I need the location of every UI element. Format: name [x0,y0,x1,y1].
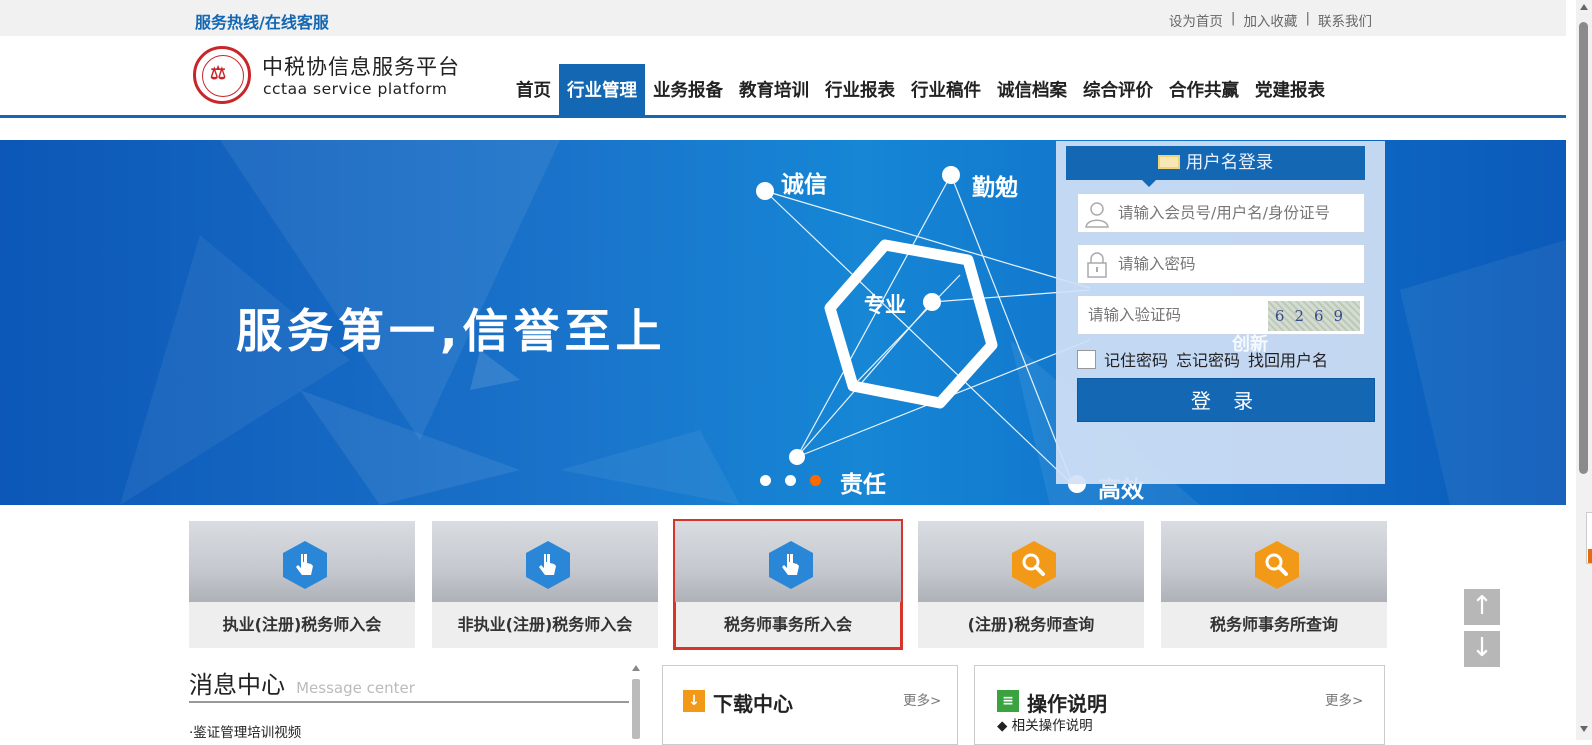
service-cards: 执业(注册)税务师入会 非执业(注册)税务师入会 税务师事务所入会 (注册)税务… [189,519,1387,650]
hand-pointer-icon [283,541,327,589]
operation-guide: ≡ 操作说明 更多> ◆ 相关操作说明 [974,665,1385,745]
add-favorite-link[interactable]: 加入收藏 [1243,10,1297,30]
scroll-top-button[interactable]: ↑ [1464,589,1500,625]
remember-label[interactable]: 记住密码 [1104,347,1168,371]
page-scrollbar[interactable] [1576,0,1592,740]
separator: | [1230,10,1236,26]
magnifier-icon [1012,541,1056,589]
username-field [1077,193,1365,233]
captcha-field: 6269 [1077,295,1365,335]
hand-pointer-icon [526,541,570,589]
top-bar: 服务热线/在线客服 设为首页 | 加入收藏 | 联系我们 [0,0,1566,36]
contact-us-link[interactable]: 联系我们 [1318,10,1372,30]
id-card-icon [1157,155,1180,169]
keyword-responsibility: 责任 [840,472,886,498]
message-scrollbar[interactable] [632,665,640,740]
banner-slogan: 服务第一,信誉至上 [236,304,667,358]
login-tab[interactable]: 用户名登录 [1066,146,1365,187]
remember-checkbox[interactable] [1077,349,1096,369]
keyword-innovation: 创新 [1232,334,1268,355]
lock-icon [1087,252,1107,278]
card-firm-query[interactable]: 税务师事务所查询 [1161,521,1387,648]
scroll-bottom-button[interactable]: ↓ [1464,631,1500,667]
login-options: 记住密码 忘记密码 找回用户名 [1077,347,1328,371]
card-tax-agent-query[interactable]: (注册)税务师查询 [918,521,1144,648]
slide-dot-1[interactable] [760,475,771,486]
message-item[interactable]: ·鉴证管理培训视频 [189,721,301,741]
nav-party-reports[interactable]: 党建报表 [1247,64,1333,115]
card-non-practicing-join[interactable]: 非执业(注册)税务师入会 [432,521,658,648]
scroll-up-icon[interactable] [1580,4,1588,10]
scroll-up-arrow-icon[interactable] [632,665,640,671]
download-center-title: 下载中心 [713,692,793,716]
login-panel: 用户名登录 6269 记住密码 忘记密码 找回用户名 登 录 [1056,141,1385,484]
logo-title[interactable]: 中税协信息服务平台 [262,51,460,81]
card-label: 非执业(注册)税务师入会 [457,615,633,634]
guide-item[interactable]: ◆ 相关操作说明 [997,714,1093,734]
user-icon [1085,202,1109,228]
password-input[interactable] [1078,245,1364,283]
card-label: 执业(注册)税务师入会 [222,615,382,634]
captcha-image[interactable]: 6269 [1268,301,1360,331]
card-label: (注册)税务师查询 [967,615,1095,634]
forgot-password-link[interactable]: 忘记密码 [1176,347,1240,371]
card-firm-join[interactable]: 税务师事务所入会 [673,519,903,650]
download-center: ↓ 下载中心 更多> [662,665,958,745]
slide-dot-2[interactable] [785,475,796,486]
nav-industry-management[interactable]: 行业管理 [559,64,645,115]
magnifier-icon [1255,541,1299,589]
card-label: 税务师事务所查询 [1209,615,1338,634]
site-header: ⚖ 中税协信息服务平台 cctaa service platform 首页 行业… [0,36,1566,118]
download-arrow-icon: ↓ [683,690,705,712]
nav-education-training[interactable]: 教育培训 [731,64,817,115]
guide-more-link[interactable]: 更多> [1325,689,1363,709]
username-input[interactable] [1078,194,1364,232]
card-label: 税务师事务所入会 [723,615,852,634]
nav-home[interactable]: 首页 [508,64,559,115]
keyword-professional: 专业 [864,293,906,317]
logo-seal-icon[interactable]: ⚖ [193,46,251,104]
message-center: 消息中心 Message center ·鉴证管理培训视频 [189,665,629,741]
main-nav: 首页 行业管理 业务报备 教育培训 行业报表 行业稿件 诚信档案 综合评价 合作… [508,64,1333,115]
hand-pointer-icon [769,541,813,589]
login-tab-label: 用户名登录 [1185,153,1274,173]
scrollbar-thumb[interactable] [632,679,640,739]
scroll-down-icon[interactable] [1580,726,1588,732]
page-scrollbar-thumb[interactable] [1579,22,1588,474]
message-center-subtitle: Message center [296,679,415,697]
login-button[interactable]: 登 录 [1077,378,1375,422]
nav-cooperation[interactable]: 合作共赢 [1161,64,1247,115]
nav-evaluation[interactable]: 综合评价 [1075,64,1161,115]
nav-business-filing[interactable]: 业务报备 [645,64,731,115]
card-practicing-join[interactable]: 执业(注册)税务师入会 [189,521,415,648]
separator: | [1305,10,1310,26]
divider [189,701,629,703]
keyword-diligence: 勤勉 [972,175,1018,201]
nav-industry-manuscripts[interactable]: 行业稿件 [903,64,989,115]
top-links: 设为首页 | 加入收藏 | 联系我们 [1169,10,1372,30]
keyword-integrity: 诚信 [781,172,827,198]
message-center-title: 消息中心 [189,671,285,699]
tab-pointer [1142,180,1156,187]
nav-industry-reports[interactable]: 行业报表 [817,64,903,115]
slide-indicator [760,475,821,486]
set-homepage-link[interactable]: 设为首页 [1169,10,1223,30]
logo-subtitle: cctaa service platform [263,80,448,98]
document-icon: ≡ [997,690,1019,712]
hotline-link[interactable]: 服务热线/在线客服 [195,9,329,33]
download-more-link[interactable]: 更多> [903,689,941,709]
password-field [1077,244,1365,284]
operation-guide-title: 操作说明 [1027,692,1107,716]
slide-dot-3[interactable] [810,475,821,486]
side-edge-tab[interactable] [1586,512,1592,564]
nav-integrity-records[interactable]: 诚信档案 [989,64,1075,115]
